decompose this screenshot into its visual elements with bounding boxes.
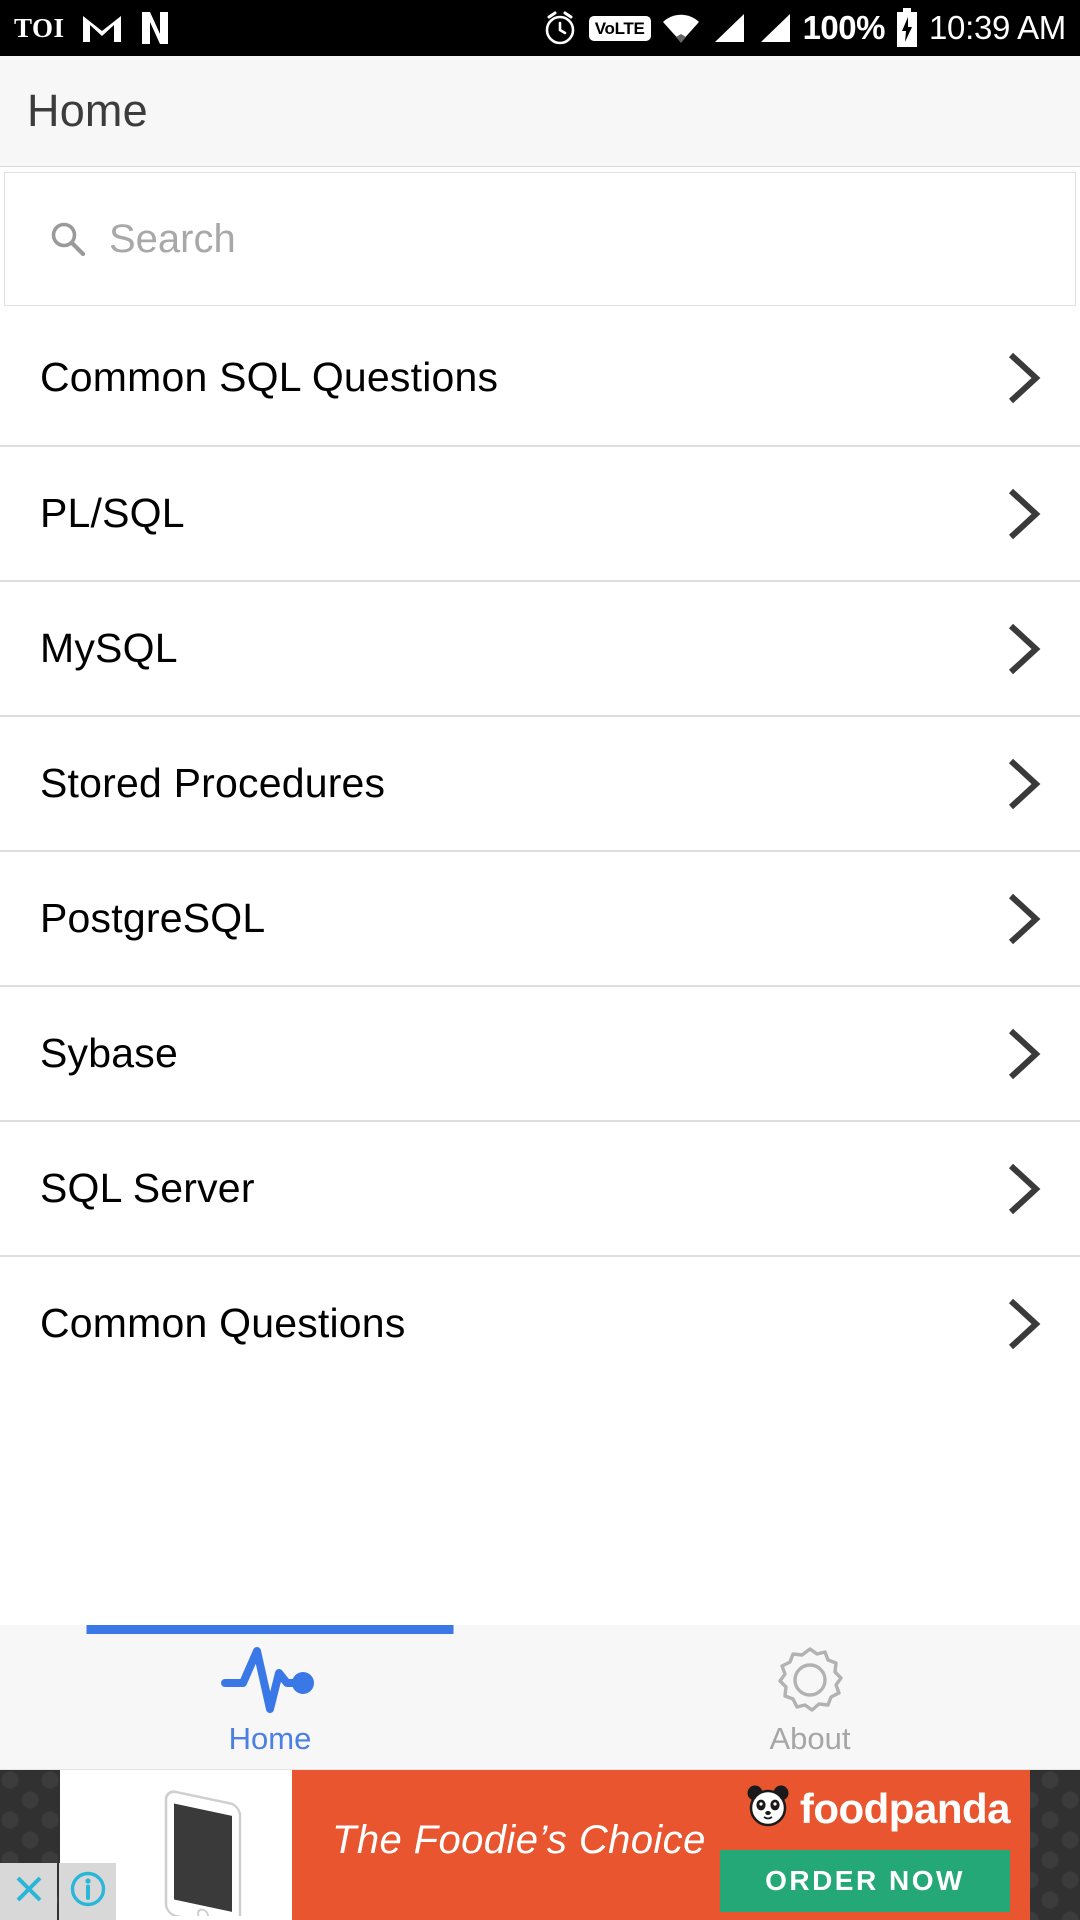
- status-bar: TOI VoLTE 100% 10:39 AM: [0, 0, 1080, 56]
- list-item[interactable]: PL/SQL: [0, 445, 1080, 580]
- ad-tagline: The Foodie’s Choice: [332, 1818, 706, 1862]
- list-item-label: SQL Server: [40, 1165, 255, 1211]
- list-item-label: MySQL: [40, 625, 178, 671]
- wifi-icon: [661, 12, 701, 44]
- list-item-label: Common SQL Questions: [40, 354, 499, 400]
- list-item-label: Common Questions: [40, 1300, 406, 1346]
- signal-sim2-icon: [757, 12, 793, 44]
- status-bar-clock: 10:39 AM: [928, 9, 1066, 46]
- search-section: Search: [0, 168, 1080, 310]
- list-item-label: Sybase: [40, 1030, 178, 1076]
- gmail-icon: [81, 12, 123, 44]
- phone-illustration-icon: [148, 1776, 268, 1920]
- list-item[interactable]: Common Questions: [0, 1255, 1080, 1390]
- toi-app-icon: TOI: [14, 12, 65, 43]
- list-item[interactable]: PostgreSQL: [0, 850, 1080, 985]
- status-bar-left-icons: TOI: [14, 11, 171, 45]
- list-item[interactable]: Sybase: [0, 985, 1080, 1120]
- app-bar: Home: [0, 56, 1080, 167]
- pulse-icon: [215, 1643, 325, 1717]
- search-placeholder: Search: [109, 216, 236, 261]
- list-item[interactable]: MySQL: [0, 580, 1080, 715]
- info-icon: [68, 1869, 108, 1914]
- list-item[interactable]: Stored Procedures: [0, 715, 1080, 850]
- ad-brand-label: foodpanda: [799, 1784, 1011, 1832]
- list-item-label: PostgreSQL: [40, 895, 266, 941]
- signal-sim1-icon: [711, 12, 747, 44]
- ad-content[interactable]: The Foodie’s Choice foodpanda ORDER NOW: [292, 1770, 1030, 1920]
- chevron-right-icon: [1000, 890, 1046, 948]
- category-list[interactable]: Common SQL Questions PL/SQL MySQL Stored…: [0, 310, 1080, 1625]
- chevron-right-icon: [1000, 1025, 1046, 1083]
- active-tab-indicator: [86, 1625, 454, 1634]
- chevron-right-icon: [1000, 620, 1046, 678]
- page-title: Home: [27, 85, 148, 136]
- ad-close-button[interactable]: [0, 1863, 57, 1920]
- search-input[interactable]: Search: [4, 172, 1076, 306]
- tab-about[interactable]: About: [540, 1625, 1080, 1769]
- tab-home[interactable]: Home: [0, 1625, 540, 1769]
- volte-icon: VoLTE: [588, 15, 651, 41]
- ad-brand: foodpanda: [746, 1784, 1011, 1833]
- netflix-icon: [139, 11, 171, 45]
- chevron-right-icon: [1000, 1160, 1046, 1218]
- battery-percent-label: 100%: [802, 9, 886, 46]
- status-bar-right-icons: VoLTE 100% 10:39 AM: [541, 8, 1066, 48]
- order-now-button[interactable]: ORDER NOW: [720, 1850, 1010, 1912]
- chevron-right-icon: [1000, 755, 1046, 813]
- tab-about-label: About: [769, 1721, 851, 1756]
- ad-banner[interactable]: The Foodie’s Choice foodpanda ORDER NOW: [0, 1770, 1080, 1920]
- chevron-right-icon: [1000, 1295, 1046, 1353]
- list-item[interactable]: Common SQL Questions: [0, 310, 1080, 445]
- close-icon: [11, 1871, 47, 1912]
- chevron-right-icon: [1000, 349, 1046, 407]
- alarm-clock-icon: [541, 9, 579, 47]
- list-item-label: Stored Procedures: [40, 760, 386, 806]
- ad-info-button[interactable]: [59, 1863, 116, 1920]
- list-item[interactable]: SQL Server: [0, 1120, 1080, 1255]
- chevron-right-icon: [1000, 485, 1046, 543]
- gear-icon: [772, 1643, 848, 1717]
- tab-home-label: Home: [228, 1721, 312, 1756]
- bottom-navigation: Home About: [0, 1625, 1080, 1770]
- order-now-label: ORDER NOW: [765, 1865, 965, 1896]
- search-icon: [49, 220, 87, 258]
- battery-charging-icon: [895, 8, 919, 48]
- list-item-label: PL/SQL: [40, 490, 185, 536]
- panda-icon: [746, 1784, 790, 1833]
